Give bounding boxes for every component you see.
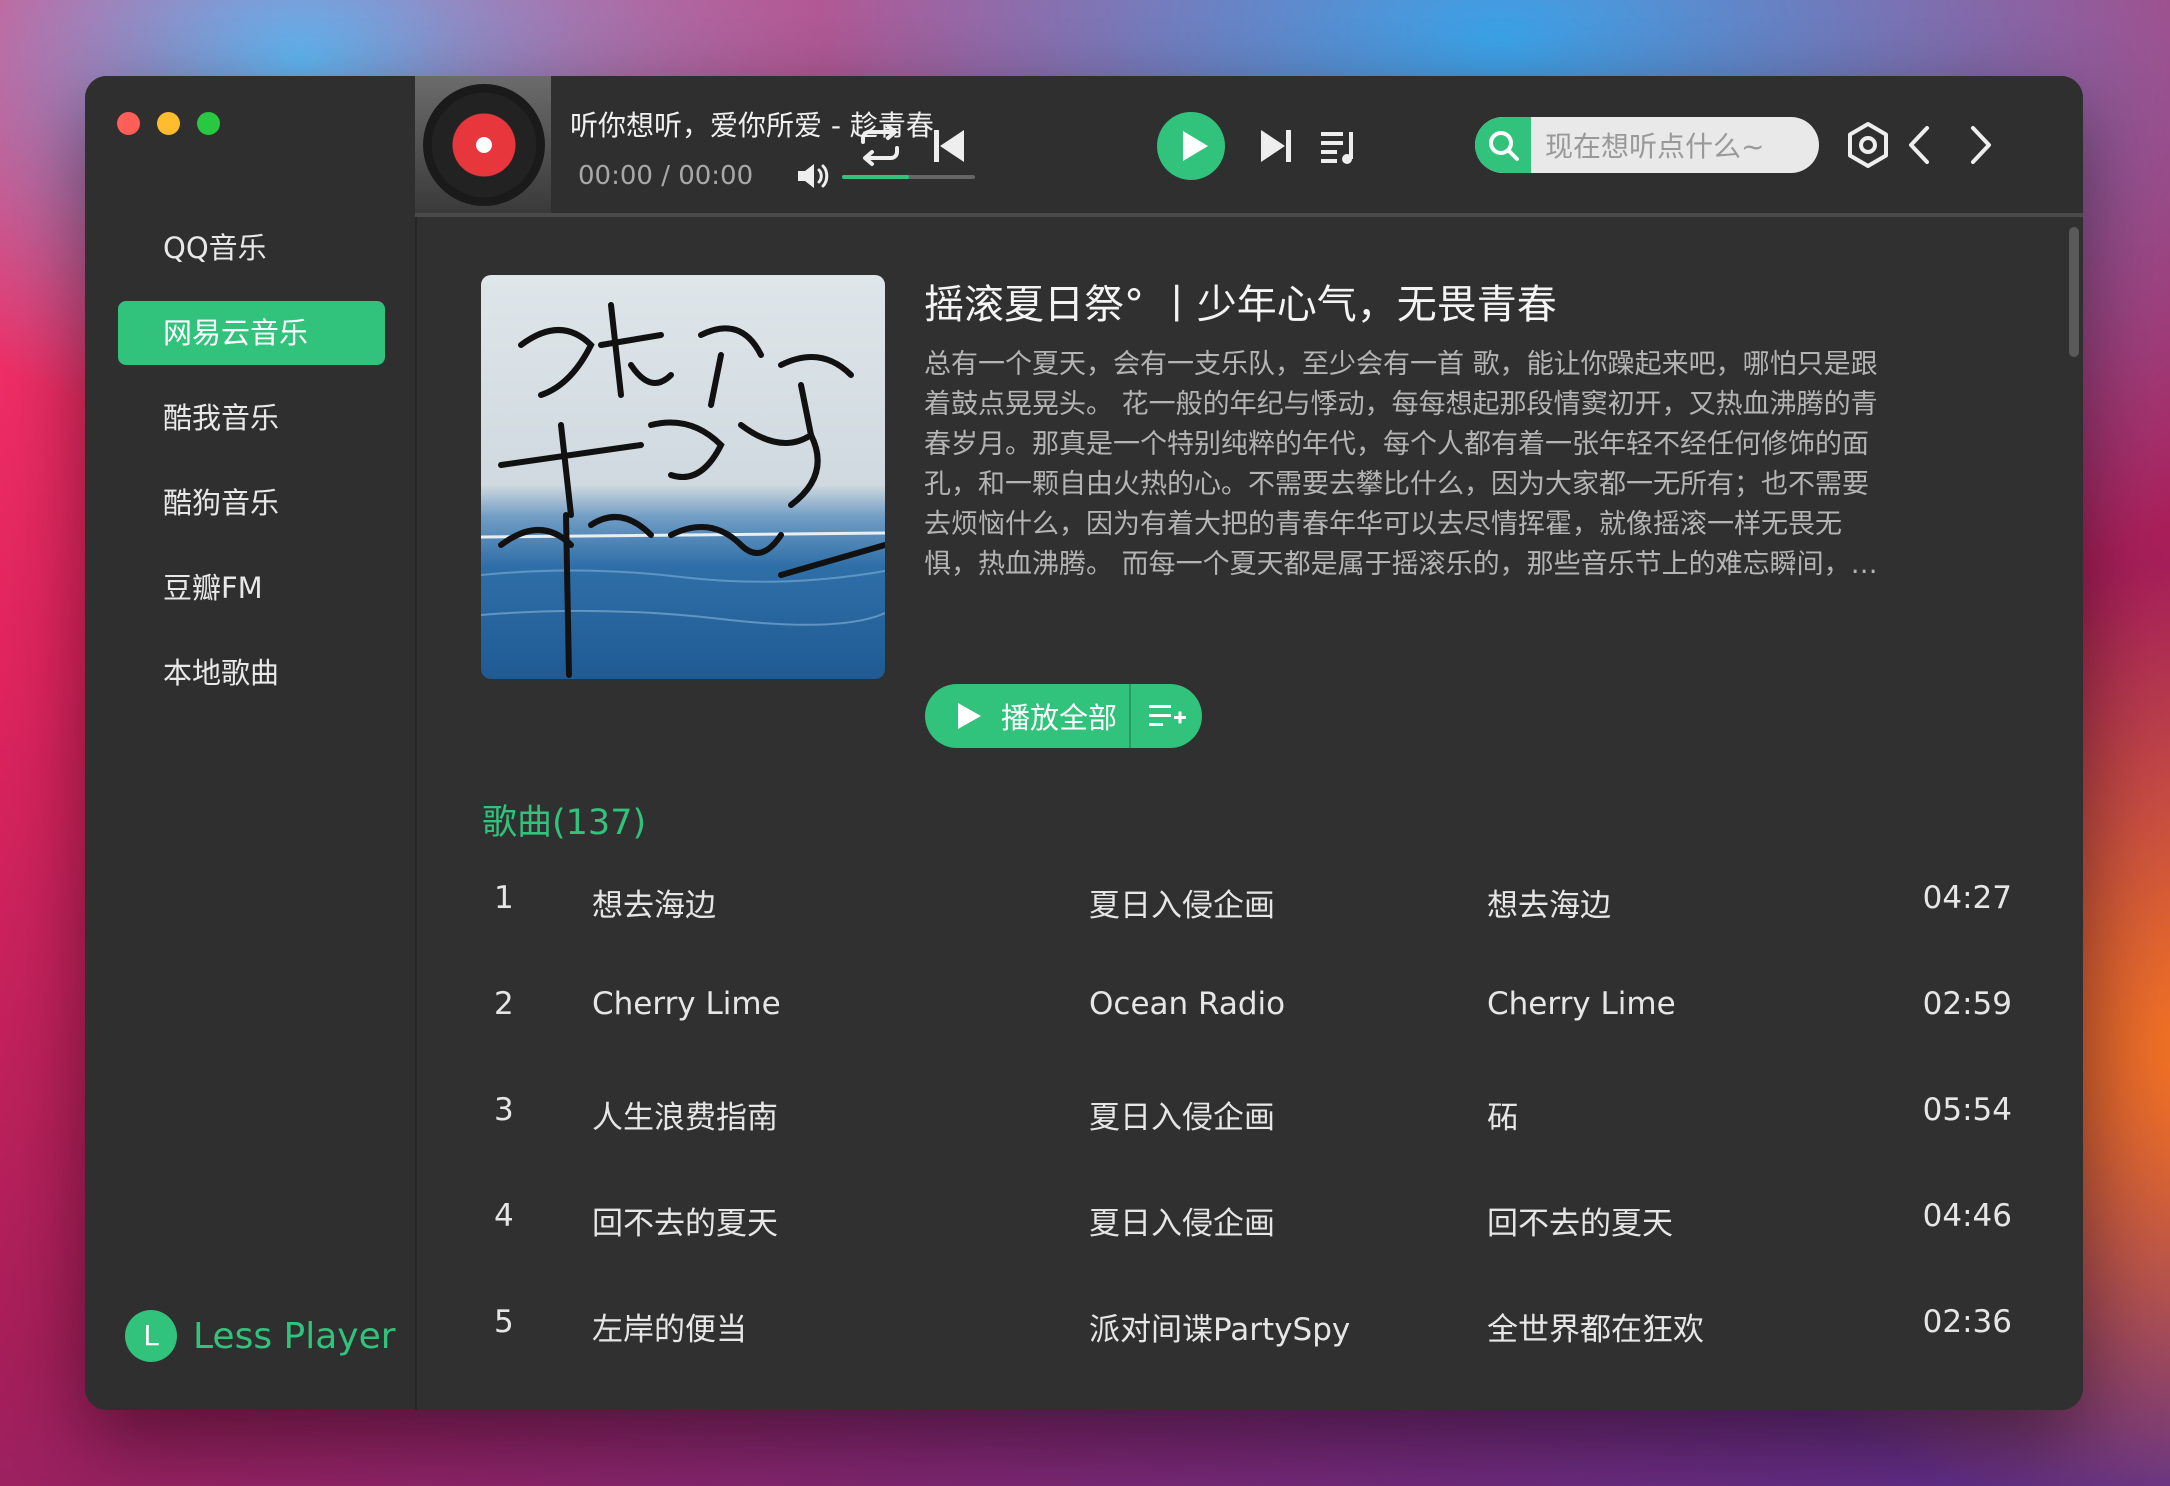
song-row[interactable]: 4 回不去的夏天 夏日入侵企画 回不去的夏天 04:46 bbox=[467, 1164, 2012, 1270]
back-icon[interactable] bbox=[1903, 122, 1939, 168]
song-name: 想去海边 bbox=[592, 888, 716, 924]
brand-logo: L bbox=[125, 1310, 177, 1362]
playlist-description: 总有一个夏天，会有一支乐队，至少会有一首 歌，能让你躁起来吧，哪怕只是跟 着鼓点… bbox=[924, 345, 1984, 585]
scrollbar[interactable] bbox=[2069, 227, 2079, 357]
song-duration: 02:59 bbox=[1922, 986, 2012, 1022]
song-album[interactable]: 砳 bbox=[1487, 1092, 1518, 1137]
song-artist[interactable]: 夏日入侵企画 bbox=[1089, 1198, 1275, 1243]
song-index: 2 bbox=[494, 986, 514, 1022]
song-artist[interactable]: 夏日入侵企画 bbox=[1089, 1092, 1275, 1137]
main-content: 摇滚夏日祭° 丨少年心气，无畏青春 总有一个夏天，会有一支乐队，至少会有一首 歌… bbox=[417, 217, 2083, 1410]
search-bar bbox=[1475, 117, 1819, 173]
song-row[interactable]: 5 左岸的便当 派对间谍PartySpy 全世界都在狂欢 02:36 bbox=[467, 1270, 2012, 1376]
song-artist[interactable]: Ocean Radio bbox=[1089, 986, 1285, 1022]
playback-time: 00:00 / 00:00 bbox=[578, 161, 754, 191]
volume-slider[interactable] bbox=[842, 175, 975, 179]
close-window-button[interactable] bbox=[117, 112, 140, 135]
description-line: 去烦恼什么，因为有着大把的青春年华可以去尽情挥霍，就像摇滚一样无畏无 bbox=[924, 509, 1842, 540]
song-album[interactable]: Cherry Lime bbox=[1487, 986, 1676, 1022]
song-index: 5 bbox=[494, 1304, 514, 1340]
volume-icon[interactable] bbox=[795, 160, 831, 192]
song-duration: 05:54 bbox=[1922, 1092, 2012, 1128]
song-row[interactable]: 2 Cherry Lime Ocean Radio Cherry Lime 02… bbox=[467, 952, 2012, 1058]
song-name: 左岸的便当 bbox=[592, 1312, 747, 1348]
songs-count-header: 歌曲(137) bbox=[482, 803, 647, 843]
add-to-list-icon bbox=[1148, 705, 1186, 726]
song-name: 回不去的夏天 bbox=[592, 1206, 778, 1242]
sidebar-item-kuwo-music[interactable]: 酷我音乐 bbox=[118, 386, 385, 450]
brand: L Less Player bbox=[125, 1310, 396, 1362]
zoom-window-button[interactable] bbox=[197, 112, 220, 135]
window-controls bbox=[117, 112, 220, 135]
song-album[interactable]: 回不去的夏天 bbox=[1487, 1198, 1673, 1243]
description-line: 春岁月。那真是一个特别纯粹的年代，每个人都有着一张年轻不经任何修饰的面 bbox=[924, 429, 1869, 460]
playlist-cover[interactable] bbox=[481, 275, 885, 679]
volume-level bbox=[842, 175, 909, 179]
description-line: 孔，和一颗自由火热的心。不需要去攀比什么，因为大家都一无所有；也不需要 bbox=[924, 469, 1869, 500]
sidebar-item-local-songs[interactable]: 本地歌曲 bbox=[118, 641, 385, 705]
song-album[interactable]: 全世界都在狂欢 bbox=[1487, 1304, 1704, 1349]
description-line: 总有一个夏天，会有一支乐队，至少会有一首 歌，能让你躁起来吧，哪怕只是跟 bbox=[924, 349, 1878, 380]
play-all-button[interactable]: 播放全部 bbox=[925, 684, 1131, 748]
repeat-icon[interactable] bbox=[855, 120, 905, 170]
next-icon[interactable] bbox=[1255, 126, 1295, 166]
brand-name: Less Player bbox=[193, 1315, 396, 1357]
search-button[interactable] bbox=[1475, 117, 1531, 173]
description-line: 惧，热血沸腾。 而每一个夏天都是属于摇滚乐的，那些音乐节上的难忘瞬间，… bbox=[924, 549, 1878, 580]
app-window: QQ音乐 网易云音乐 酷我音乐 酷狗音乐 豆瓣FM 本地歌曲 L Less Pl… bbox=[85, 76, 2083, 1410]
search-icon bbox=[1489, 131, 1519, 161]
previous-icon[interactable] bbox=[930, 126, 970, 166]
song-index: 1 bbox=[494, 880, 514, 916]
sidebar-item-kugou-music[interactable]: 酷狗音乐 bbox=[118, 471, 385, 535]
sidebar: QQ音乐 网易云音乐 酷我音乐 酷狗音乐 豆瓣FM 本地歌曲 L Less Pl… bbox=[85, 76, 417, 1410]
cover-artwork-image bbox=[481, 302, 885, 678]
player-bar: 听你想听，爱你所爱 - 趁青春 00:00 / 00:00 bbox=[415, 76, 2083, 213]
song-row[interactable]: 1 想去海边 夏日入侵企画 想去海边 04:27 bbox=[467, 846, 2012, 952]
search-input[interactable] bbox=[1543, 117, 1807, 173]
playlist-icon[interactable] bbox=[1317, 124, 1361, 168]
song-artist[interactable]: 派对间谍PartySpy bbox=[1089, 1304, 1350, 1349]
play-icon bbox=[958, 703, 981, 729]
add-to-list-button[interactable] bbox=[1131, 684, 1202, 748]
play-all-button-group: 播放全部 bbox=[925, 684, 1202, 748]
play-icon bbox=[1183, 131, 1208, 161]
play-button[interactable] bbox=[1157, 112, 1225, 180]
description-line: 着鼓点晃晃头。 花一般的年纪与悸动，每每想起那段情窦初开，又热血沸腾的青 bbox=[924, 389, 1878, 420]
song-index: 3 bbox=[494, 1092, 514, 1128]
now-playing-cover[interactable] bbox=[415, 76, 551, 213]
song-album[interactable]: 想去海边 bbox=[1487, 880, 1611, 925]
sidebar-item-netease-music[interactable]: 网易云音乐 bbox=[118, 301, 385, 365]
song-row[interactable]: 3 人生浪费指南 夏日入侵企画 砳 05:54 bbox=[467, 1058, 2012, 1164]
song-name: 人生浪费指南 bbox=[592, 1100, 778, 1136]
settings-icon[interactable] bbox=[1843, 120, 1893, 170]
song-duration: 04:27 bbox=[1922, 880, 2012, 916]
forward-icon[interactable] bbox=[1961, 122, 1997, 168]
sidebar-nav: QQ音乐 网易云音乐 酷我音乐 酷狗音乐 豆瓣FM 本地歌曲 bbox=[118, 216, 385, 726]
song-artist[interactable]: 夏日入侵企画 bbox=[1089, 880, 1275, 925]
play-all-label: 播放全部 bbox=[1001, 701, 1118, 735]
minimize-window-button[interactable] bbox=[157, 112, 180, 135]
playlist-title: 摇滚夏日祭° 丨少年心气，无畏青春 bbox=[924, 282, 1557, 328]
song-duration: 02:36 bbox=[1922, 1304, 2012, 1340]
song-index: 4 bbox=[494, 1198, 514, 1234]
sidebar-item-douban-fm[interactable]: 豆瓣FM bbox=[118, 556, 385, 620]
song-name: Cherry Lime bbox=[592, 986, 781, 1022]
vinyl-disc-icon bbox=[423, 84, 545, 206]
song-duration: 04:46 bbox=[1922, 1198, 2012, 1234]
sidebar-item-qq-music[interactable]: QQ音乐 bbox=[118, 216, 385, 280]
